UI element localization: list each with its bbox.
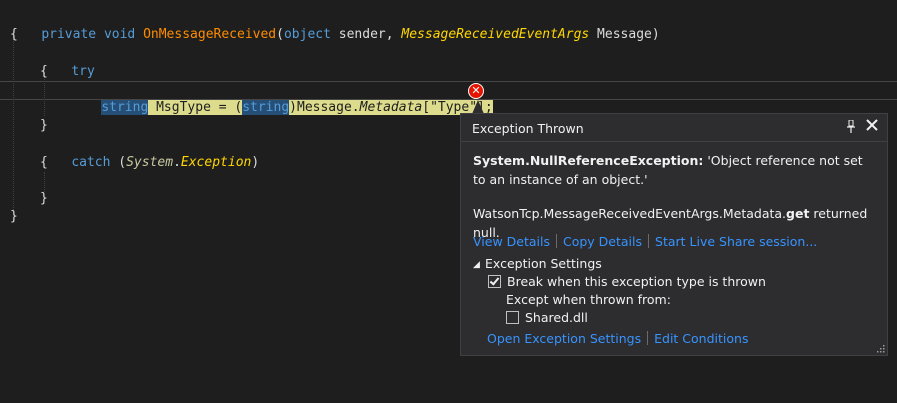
detail-get: get [786,206,810,221]
break-when-thrown-option[interactable]: Break when this exception type is thrown [488,273,766,291]
action-links: View Details Copy Details Start Live Share… [473,233,817,251]
catch-paren-open: ( [110,155,127,170]
code-editor[interactable]: private void OnMessageReceived(object se… [0,0,897,403]
code-line-statement: string MsgType = (string)Message.Metadat… [70,81,493,115]
keyword-string-selected: string [101,100,149,115]
code-line-try: try [40,45,94,79]
code-line-brace-close: } [10,209,18,224]
indent-guide [13,36,14,210]
error-icon[interactable]: ✕ [468,83,484,99]
link-separator [648,234,650,248]
var-declaration: MsgType = ( [148,100,243,115]
keyword-void: void [103,27,136,42]
method-name: OnMessageReceived [143,27,277,42]
code-line-catch-brace-open: { [40,155,48,170]
module-option[interactable]: Shared.dll [506,309,588,327]
code-line-catch: catch (System.Exception) [40,136,259,170]
param-message: Message [589,27,652,42]
code-line-catch-brace-close: } [40,191,48,206]
detail-prefix: WatsonTcp.MessageReceivedEventArgs.Metad… [473,206,787,221]
namespace-system: System [126,155,174,170]
current-statement-highlight: string MsgType = (string)Message.Metadat… [101,100,493,115]
exception-settings-heading: Exception Settings [485,256,602,271]
keyword-string-cast: string [242,100,290,115]
module-checkbox[interactable] [506,311,519,324]
live-share-link[interactable]: Start Live Share session... [655,234,817,249]
link-separator [555,234,557,248]
popup-header: Exception Thrown [461,114,887,142]
edit-conditions-link[interactable]: Edit Conditions [654,331,748,346]
keyword-private: private [41,27,97,42]
code-line-try-brace-close: } [40,118,48,133]
dot: . [173,155,181,170]
keyword-object: object [283,27,331,42]
view-details-link[interactable]: View Details [473,234,550,249]
code-line-method-signature: private void OnMessageReceived(object se… [10,8,659,42]
keyword-catch: catch [71,155,111,170]
type-exception: Exception [180,155,252,170]
code-line-try-brace-open: { [40,64,48,79]
close-icon[interactable] [863,118,881,136]
pin-icon[interactable] [845,119,857,134]
exception-type-name: System.NullReferenceException: [473,153,704,168]
break-when-thrown-label: Break when this exception type is thrown [507,274,766,289]
exception-helper-popup: Exception Thrown System.NullReferenceExc… [460,113,888,356]
catch-paren-close: ) [251,155,260,170]
collapse-triangle-icon: ◢ [473,260,480,270]
paren-close: ) [651,27,660,42]
popup-pointer [472,100,484,114]
resize-grip-icon[interactable] [875,343,885,353]
exception-message: System.NullReferenceException: 'Object r… [473,151,868,189]
open-exception-settings-link[interactable]: Open Exception Settings [487,331,641,346]
footer-links: Open Exception Settings Edit Conditions [487,330,748,348]
code-line-brace-open: { [10,27,18,42]
exception-settings-toggle[interactable]: ◢ Exception Settings [473,255,602,274]
metadata-property: Metadata [359,100,423,115]
paren-open: ( [276,27,284,42]
param-sender: sender, [330,27,402,42]
type-event-args: MessageReceivedEventArgs [401,27,590,42]
keyword-try: try [71,64,95,79]
message-prefix: )Message. [289,100,360,115]
module-label: Shared.dll [525,310,588,325]
popup-title: Exception Thrown [472,121,584,136]
link-separator [647,331,649,345]
break-when-thrown-checkbox[interactable] [488,275,501,288]
copy-details-link[interactable]: Copy Details [563,234,642,249]
except-when-label: Except when thrown from: [506,292,671,307]
